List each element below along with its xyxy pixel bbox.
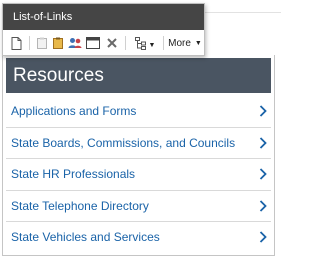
list-of-links-editor: List-of-Links ▼ More ▼ (2, 3, 205, 56)
resource-link-vehicles-services[interactable]: State Vehicles and Services (6, 221, 271, 253)
users-icon (68, 38, 82, 48)
remove-icon-button[interactable] (105, 30, 119, 56)
page-top-rule (205, 12, 281, 13)
users-icon-button[interactable] (67, 30, 83, 56)
editor-title: List-of-Links (3, 4, 204, 30)
window-icon (86, 37, 100, 49)
page-icon (11, 36, 21, 50)
more-menu-button[interactable]: More ▼ (166, 30, 204, 56)
resource-link-telephone-directory[interactable]: State Telephone Directory (6, 189, 271, 222)
editor-toolbar: ▼ More ▼ (3, 30, 204, 56)
toolbar-separator (125, 36, 126, 50)
remove-icon (107, 38, 117, 48)
resources-list: Applications and Forms State Boards, Com… (6, 95, 271, 253)
tree-icon (134, 36, 146, 50)
chevron-right-icon (259, 200, 267, 212)
paste-word-icon (53, 37, 63, 49)
resources-panel: Resources Applications and Forms State B… (2, 55, 275, 256)
chevron-right-icon (259, 168, 267, 180)
resource-link-applications-forms[interactable]: Applications and Forms (6, 95, 271, 127)
chevron-down-icon: ▼ (148, 42, 156, 49)
resource-link-hr-professionals[interactable]: State HR Professionals (6, 158, 271, 190)
tree-icon-button[interactable]: ▼ (130, 30, 160, 56)
resource-link-label: State Vehicles and Services (11, 230, 160, 245)
chevron-right-icon (259, 137, 267, 149)
page-icon-button[interactable] (8, 30, 24, 56)
toolbar-separator (163, 36, 164, 50)
paste-word-icon-button[interactable] (51, 30, 65, 56)
resources-header: Resources (6, 58, 271, 93)
resource-link-state-boards[interactable]: State Boards, Commissions, and Councils (6, 126, 271, 159)
resource-link-label: Applications and Forms (11, 103, 137, 118)
toolbar-separator (29, 36, 30, 50)
resource-link-label: State HR Professionals (11, 167, 136, 182)
chevron-down-icon: ▼ (194, 39, 202, 47)
resource-link-label: State Telephone Directory (11, 198, 149, 213)
paste-icon-button[interactable] (35, 30, 49, 56)
chevron-right-icon (259, 231, 267, 243)
window-icon-button[interactable] (85, 30, 101, 56)
resource-link-label: State Boards, Commissions, and Councils (11, 135, 236, 150)
paste-icon (37, 37, 47, 49)
more-label: More (168, 37, 191, 49)
chevron-right-icon (259, 105, 267, 117)
